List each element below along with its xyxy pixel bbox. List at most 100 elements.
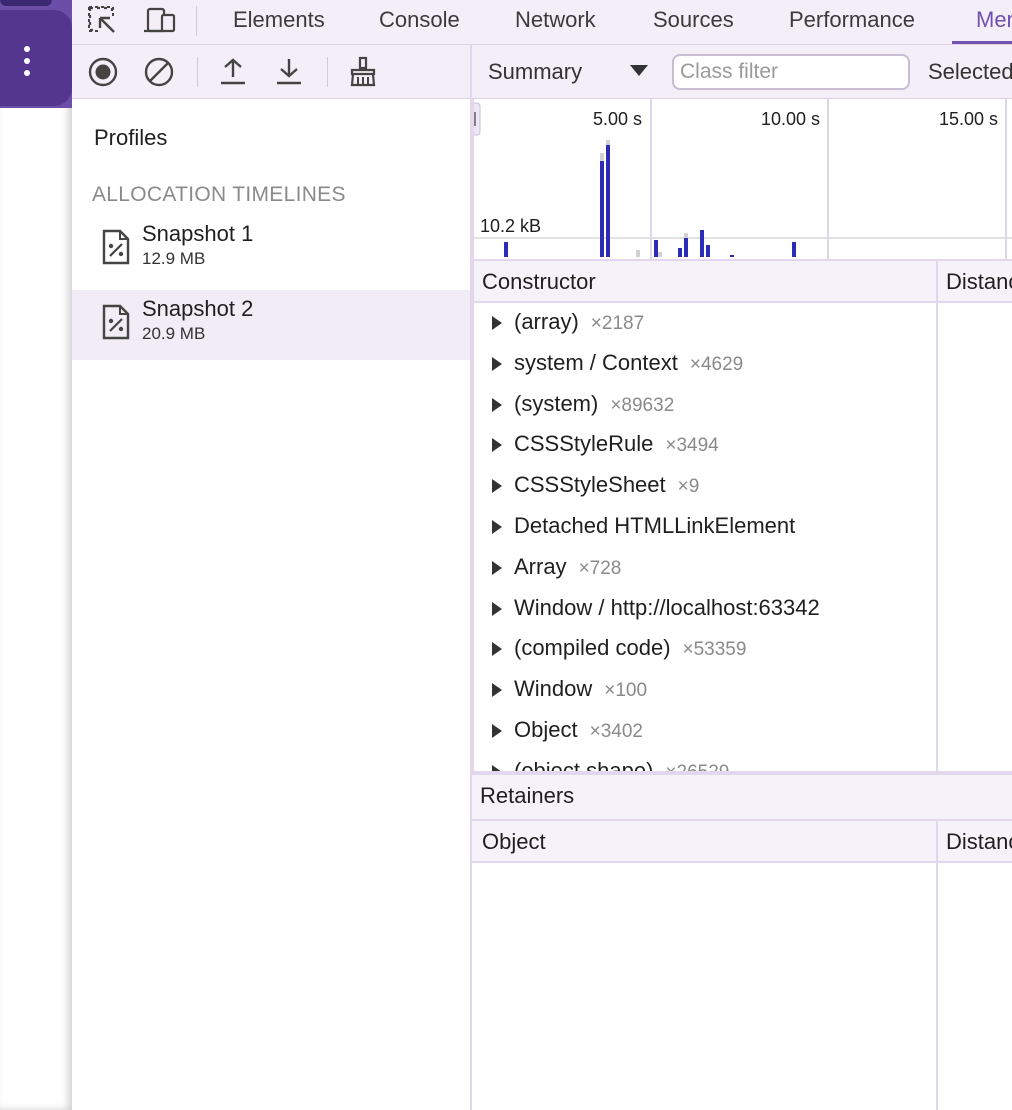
table-row[interactable]: system / Context ×4629 <box>472 344 936 384</box>
expand-triangle-icon[interactable] <box>492 316 502 330</box>
constructor-label: (object shape) <box>514 757 654 771</box>
expand-triangle-icon[interactable] <box>492 601 502 616</box>
tab-console[interactable]: Console <box>379 0 460 44</box>
expand-triangle-icon[interactable] <box>492 356 502 371</box>
constructor-label: (system) <box>514 390 599 416</box>
table-row[interactable]: (system) ×89632 <box>472 385 936 425</box>
browser-menu-pill[interactable] <box>0 10 72 106</box>
table-row[interactable]: CSSStyleRule ×3494 <box>472 425 936 465</box>
timeline-tick-10s: 10.00 s <box>761 109 821 129</box>
constructor-table: Constructor Distance (array) ×2187 system … <box>472 261 1012 771</box>
timeline-chart <box>472 99 1012 259</box>
tab-network[interactable]: Network <box>515 0 596 44</box>
instance-count: ×3402 <box>589 721 643 742</box>
browser-top-cap <box>0 0 52 6</box>
snapshot-item-2[interactable]: Snapshot 2 20.9 MB <box>72 290 470 360</box>
timeline-tick-5s: 5.00 s <box>593 109 643 129</box>
inspect-element-icon[interactable] <box>86 4 120 36</box>
expand-triangle-icon[interactable] <box>492 479 502 494</box>
table-row[interactable]: Object ×3402 <box>472 711 936 751</box>
tab-memory[interactable]: Memory <box>952 0 1012 44</box>
constructor-name: system / Context ×4629 <box>514 350 743 376</box>
timeline-tick-15s: 15.00 s <box>939 109 999 129</box>
instance-count: ×2187 <box>590 313 645 334</box>
constructor-name: (array) ×2187 <box>514 309 644 335</box>
constructor-name: (compiled code) ×53359 <box>514 635 746 661</box>
table-row[interactable]: Array ×728 <box>472 548 936 588</box>
retainers-table-header: Object Distance <box>472 821 1012 863</box>
instance-count: ×728 <box>578 557 622 579</box>
column-divider[interactable] <box>936 863 938 1110</box>
devtools-panel: Elements Console Network Sources Perform… <box>72 0 1012 1110</box>
kebab-menu-icon[interactable] <box>24 46 32 82</box>
expand-triangle-icon[interactable] <box>492 438 502 453</box>
snapshot-name: Snapshot 1 <box>142 221 254 246</box>
constructor-name: CSSStyleRule ×3494 <box>514 431 719 457</box>
expand-triangle-icon[interactable] <box>492 642 502 657</box>
constructor-label: CSSStyleSheet <box>514 472 666 498</box>
snapshot-item-1[interactable]: Snapshot 1 12.9 MB <box>72 215 470 285</box>
upload-icon[interactable] <box>216 55 250 89</box>
constructor-name: Window ×100 <box>514 676 647 702</box>
expand-triangle-icon[interactable] <box>492 520 502 534</box>
collect-garbage-icon[interactable] <box>346 55 380 89</box>
instance-count: ×26529 <box>665 762 729 771</box>
tab-sources[interactable]: Sources <box>653 0 734 44</box>
column-object[interactable]: Object <box>482 829 546 855</box>
devtools-tab-bar: Elements Console Network Sources Perform… <box>72 0 1012 45</box>
clear-icon[interactable] <box>142 55 176 89</box>
retainers-header[interactable]: Retainers <box>472 775 1012 821</box>
retainers-table-body <box>472 863 1012 1110</box>
column-divider[interactable] <box>936 821 938 861</box>
chevron-down-icon[interactable] <box>630 65 648 76</box>
constructor-label: system / Context <box>514 349 678 375</box>
column-divider[interactable] <box>936 261 938 771</box>
instance-count: ×3494 <box>665 435 719 457</box>
toolbar-divider <box>197 57 198 87</box>
download-icon[interactable] <box>272 55 306 89</box>
table-row[interactable]: Detached HTMLLinkElement <box>472 507 936 547</box>
constructor-name: Detached HTMLLinkElement <box>514 513 807 539</box>
table-row[interactable]: (array) ×2187 <box>472 303 936 343</box>
expand-triangle-icon[interactable] <box>492 560 502 575</box>
table-row[interactable]: Window ×100 <box>472 670 936 710</box>
instance-count: ×53359 <box>682 639 747 661</box>
snapshot-size: 12.9 MB <box>142 249 206 268</box>
instance-count: ×4629 <box>689 353 744 375</box>
tab-elements[interactable]: Elements <box>233 0 325 44</box>
timeline-peak-label: 10.2 kB <box>480 216 542 236</box>
table-row[interactable]: CSSStyleSheet ×9 <box>472 466 936 506</box>
device-toolbar-icon[interactable] <box>144 4 178 36</box>
column-distance[interactable]: Distance <box>946 269 1012 295</box>
section-title: ALLOCATION TIMELINES <box>92 183 346 206</box>
view-select[interactable]: Summary <box>488 59 582 85</box>
class-filter-input[interactable] <box>672 54 910 90</box>
instance-count: ×89632 <box>610 394 675 416</box>
profiles-sidebar: Profiles ALLOCATION TIMELINES Snapshot 1… <box>72 99 470 1110</box>
table-header: Constructor Distance <box>472 261 1012 303</box>
table-row[interactable]: Window / http://localhost:63342 <box>472 589 936 629</box>
constructor-label: Array <box>514 553 567 579</box>
snapshot-file-icon <box>102 229 130 265</box>
constructor-name: Object ×3402 <box>514 717 643 743</box>
constructor-label: Detached HTMLLinkElement <box>514 513 796 538</box>
instance-count: ×100 <box>604 680 648 702</box>
allocation-timeline[interactable]: 5.00 s 10.00 s 15.00 s 10.2 kB <box>472 99 1012 261</box>
table-row[interactable]: (object shape) ×26529 <box>472 752 936 771</box>
expand-triangle-icon[interactable] <box>492 724 502 738</box>
constructor-label: Window / http://localhost:63342 <box>514 594 820 620</box>
constructor-label: Window <box>514 676 593 702</box>
constructor-name: CSSStyleSheet ×9 <box>514 472 699 498</box>
snapshot-file-icon <box>102 304 130 340</box>
constructor-label: (compiled code) <box>514 635 671 661</box>
table-row[interactable]: (compiled code) ×53359 <box>472 629 936 669</box>
snapshot-size: 20.9 MB <box>142 324 206 343</box>
tab-performance[interactable]: Performance <box>789 0 915 44</box>
constructor-name: (system) ×89632 <box>514 391 674 417</box>
constructor-name: Window / http://localhost:63342 <box>514 595 832 621</box>
column-constructor[interactable]: Constructor <box>482 269 596 295</box>
column-distance[interactable]: Distance <box>946 829 1012 855</box>
record-icon[interactable] <box>86 55 120 89</box>
expand-triangle-icon[interactable] <box>492 397 502 412</box>
expand-triangle-icon[interactable] <box>492 683 502 698</box>
